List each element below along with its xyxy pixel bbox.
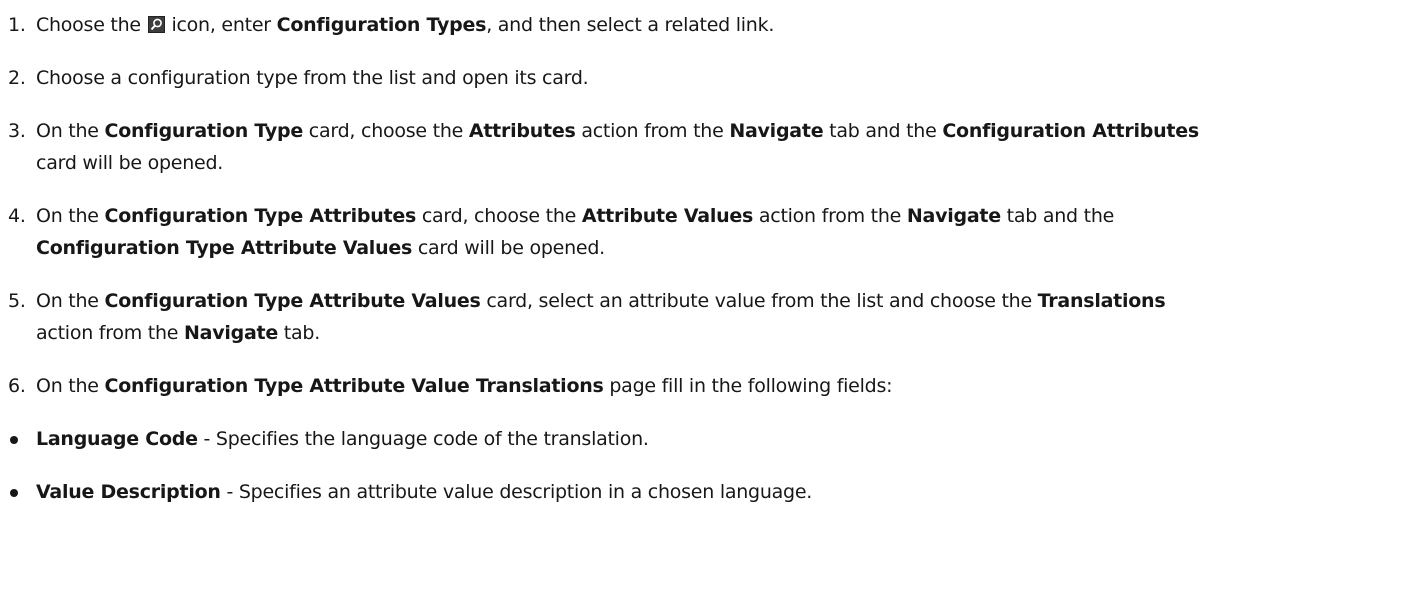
term-attributes: Attributes bbox=[468, 120, 576, 142]
step-2: 2. Choose a configuration type from the … bbox=[8, 62, 1412, 94]
step-6: 6. On the Configuration Type Attribute V… bbox=[8, 370, 1412, 402]
step-number: 5. bbox=[8, 290, 26, 312]
term-navigate: Navigate bbox=[906, 205, 1001, 227]
step-3: 3. On the Configuration Type card, choos… bbox=[8, 115, 1412, 179]
step-number: 3. bbox=[8, 120, 26, 142]
field-language-code: Language Code - Specifies the language c… bbox=[8, 423, 1412, 455]
step-5: 5. On the Configuration Type Attribute V… bbox=[8, 285, 1412, 349]
term-configuration-types: Configuration Types bbox=[276, 14, 487, 36]
step-number: 1. bbox=[8, 14, 26, 36]
step-number: 6. bbox=[8, 375, 26, 397]
field-name: Language Code bbox=[36, 428, 198, 450]
term-configuration-type-attribute-values: Configuration Type Attribute Values bbox=[36, 237, 413, 259]
bullet-dot bbox=[10, 436, 18, 444]
term-attribute-values: Attribute Values bbox=[581, 205, 754, 227]
term-navigate: Navigate bbox=[184, 322, 279, 344]
fields-list: Language Code - Specifies the language c… bbox=[8, 423, 1412, 508]
search-icon bbox=[147, 16, 165, 33]
field-description: - Specifies the language code of the tra… bbox=[197, 428, 649, 450]
bullet-dot bbox=[10, 489, 18, 497]
step-number: 4. bbox=[8, 205, 26, 227]
field-name: Value Description bbox=[36, 481, 221, 503]
term-configuration-type: Configuration Type bbox=[104, 120, 304, 142]
steps-list: 1. Choose the icon, enter Configuration … bbox=[8, 9, 1412, 402]
step-number: 2. bbox=[8, 67, 26, 89]
document-body: 1. Choose the icon, enter Configuration … bbox=[0, 0, 1412, 601]
term-configuration-type-attribute-value-translations: Configuration Type Attribute Value Trans… bbox=[104, 375, 604, 397]
step-1: 1. Choose the icon, enter Configuration … bbox=[8, 9, 1412, 41]
term-translations: Translations bbox=[1037, 290, 1166, 312]
term-configuration-attributes: Configuration Attributes bbox=[942, 120, 1199, 142]
term-configuration-type-attribute-values: Configuration Type Attribute Values bbox=[104, 290, 481, 312]
step-4: 4. On the Configuration Type Attributes … bbox=[8, 200, 1412, 264]
field-value-description: Value Description - Specifies an attribu… bbox=[8, 476, 1412, 508]
term-navigate: Navigate bbox=[729, 120, 824, 142]
term-configuration-type-attributes: Configuration Type Attributes bbox=[104, 205, 417, 227]
field-description: - Specifies an attribute value descripti… bbox=[220, 481, 813, 503]
